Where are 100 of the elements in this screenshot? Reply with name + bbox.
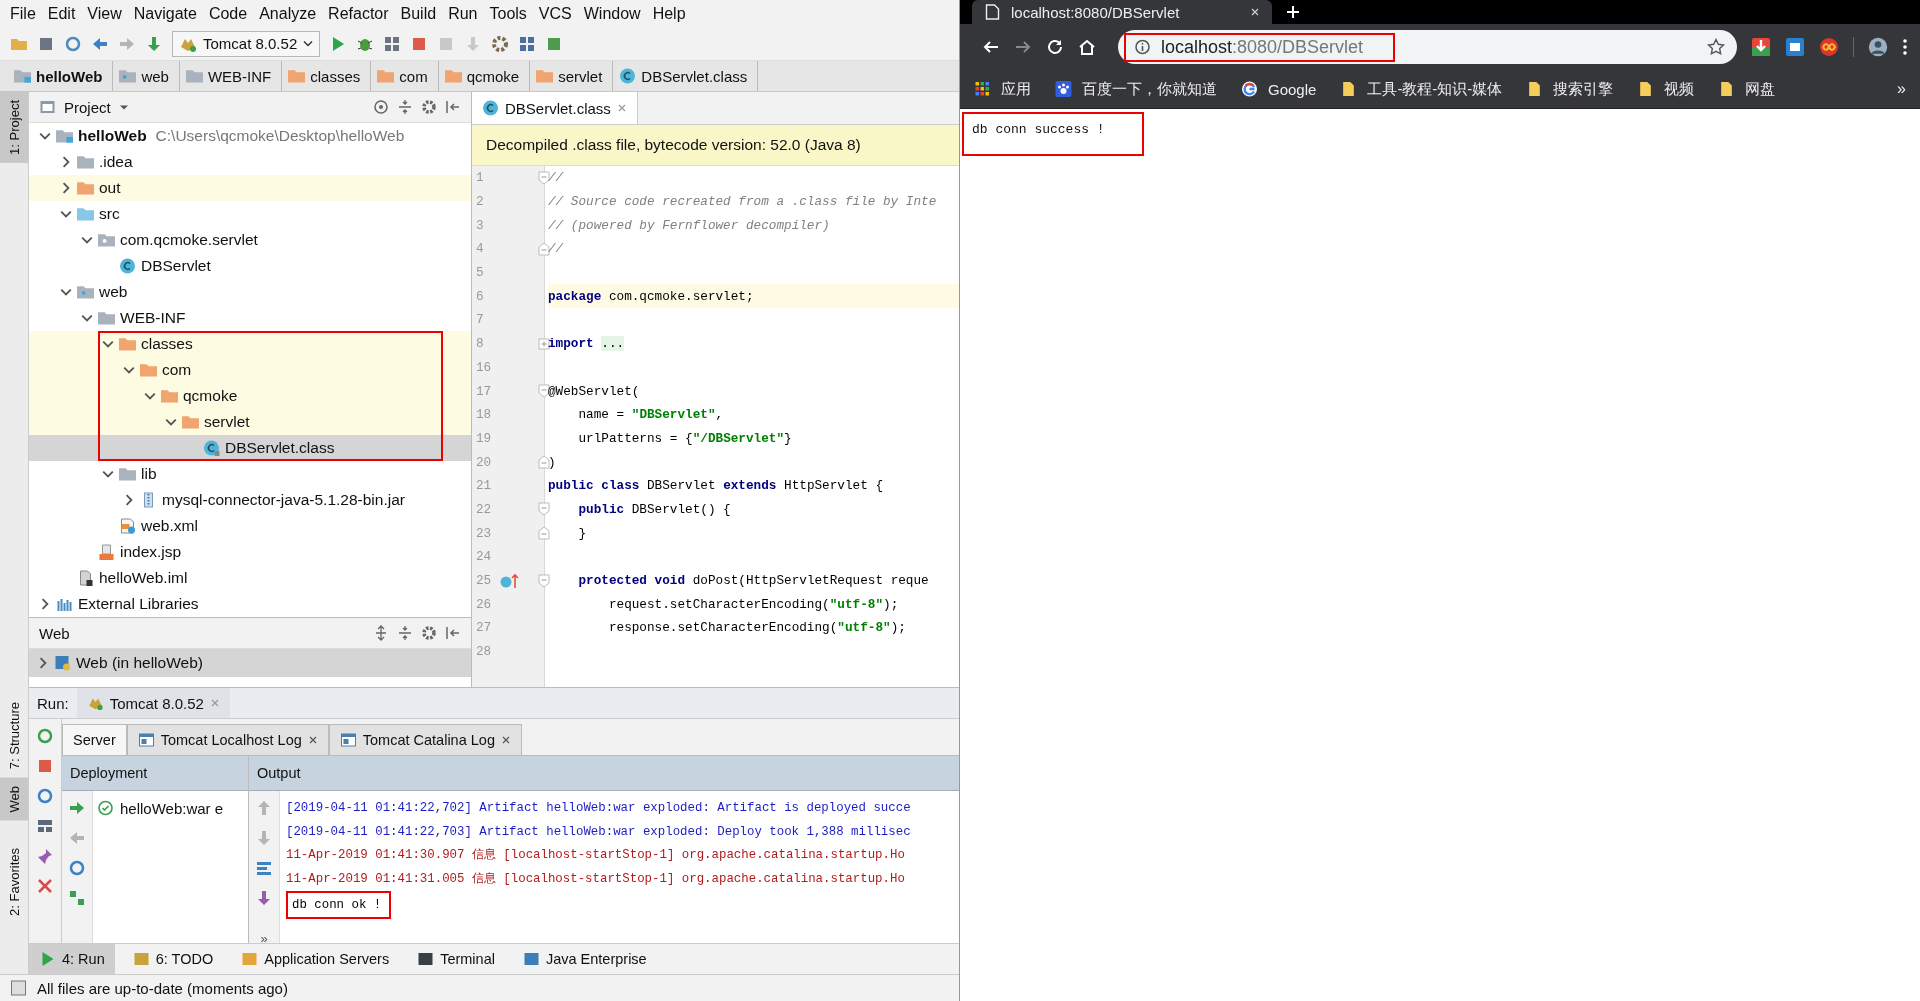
menu-item[interactable]: Run: [442, 4, 484, 23]
tree-item[interactable]: External Libraries: [29, 591, 471, 617]
expand-marker-icon[interactable]: [538, 336, 550, 351]
menu-item[interactable]: Navigate: [127, 4, 203, 23]
tree-item[interactable]: DBServlet.class: [29, 435, 471, 461]
chevron-icon[interactable]: [102, 338, 114, 350]
fold-marker-icon[interactable]: [538, 455, 550, 470]
tree-item[interactable]: mysql-connector-java-5.1.28-bin.jar: [29, 487, 471, 513]
tree-item[interactable]: web.xml: [29, 513, 471, 539]
breadcrumb-item[interactable]: web: [113, 61, 180, 91]
tree-item[interactable]: WEB-INF: [29, 305, 471, 331]
close-icon[interactable]: [36, 877, 54, 895]
override-marker-icon[interactable]: [500, 572, 520, 589]
extension-icon[interactable]: [1751, 37, 1771, 57]
chevron-icon[interactable]: [60, 182, 72, 194]
tree-item[interactable]: Web (in helloWeb): [29, 649, 471, 677]
menu-item[interactable]: VCS: [532, 4, 578, 23]
breadcrumb-item[interactable]: qcmoke: [438, 61, 531, 91]
tool-window-tab[interactable]: Terminal: [407, 944, 505, 974]
avatar-icon[interactable]: [1868, 37, 1888, 57]
locate-icon[interactable]: [373, 99, 389, 115]
breadcrumb-item[interactable]: helloWeb: [8, 61, 114, 91]
editor-tab[interactable]: DBServlet.class: [472, 92, 638, 124]
coverage-icon[interactable]: [383, 34, 402, 53]
bookmark-item[interactable]: 网盘: [1718, 79, 1776, 99]
fold-marker-icon[interactable]: [538, 502, 550, 517]
new-tab-icon[interactable]: [1286, 5, 1300, 19]
tree-item[interactable]: web: [29, 279, 471, 305]
tab[interactable]: Tomcat Catalina Log: [328, 724, 522, 755]
bookmark-item[interactable]: 工具-教程-知识-媒体: [1340, 79, 1503, 99]
hide-panel-icon[interactable]: [445, 99, 461, 115]
tool-window-tab[interactable]: 4: Run: [29, 944, 115, 974]
tree-item[interactable]: qcmoke: [29, 383, 471, 409]
breadcrumb-item[interactable]: com: [371, 61, 439, 91]
menu-item[interactable]: Code: [202, 4, 254, 23]
refresh-icon[interactable]: [68, 859, 86, 877]
structure-icon[interactable]: [518, 34, 537, 53]
tree-item[interactable]: helloWeb.iml: [29, 565, 471, 591]
fold-marker-icon[interactable]: [538, 241, 550, 256]
chevron-icon[interactable]: [123, 364, 135, 376]
close-icon[interactable]: [500, 735, 511, 745]
extension-icon[interactable]: [1785, 37, 1805, 57]
bookmark-item[interactable]: 应用: [974, 79, 1031, 99]
reload-icon[interactable]: [1046, 38, 1064, 56]
breadcrumb-item[interactable]: classes: [282, 61, 372, 91]
menu-item[interactable]: Window: [577, 4, 647, 23]
more-bookmarks[interactable]: »: [1897, 80, 1906, 98]
rerun-icon[interactable]: [36, 727, 54, 745]
chevron-icon[interactable]: [102, 468, 114, 480]
status-icon[interactable]: [10, 980, 27, 996]
tree-item[interactable]: out: [29, 175, 471, 201]
tab[interactable]: Tomcat Localhost Log: [126, 724, 329, 755]
tree-item[interactable]: src: [29, 201, 471, 227]
collapse-all-icon[interactable]: [397, 99, 413, 115]
info-icon[interactable]: [1134, 39, 1151, 55]
menu-item[interactable]: Refactor: [322, 4, 395, 23]
side-tool-tab[interactable]: Web: [0, 777, 28, 821]
run-configuration-dropdown[interactable]: Tomcat 8.0.52: [172, 30, 321, 57]
bookmark-star-icon[interactable]: [1707, 38, 1725, 56]
tree-item[interactable]: lib: [29, 461, 471, 487]
breadcrumb-item[interactable]: servlet: [530, 61, 614, 91]
run-tab[interactable]: Tomcat 8.0.52: [76, 688, 230, 718]
layout-icon[interactable]: [36, 817, 54, 835]
chevron-icon[interactable]: [60, 208, 72, 220]
breadcrumb-item[interactable]: WEB-INF: [179, 61, 283, 91]
chevron-icon[interactable]: [165, 416, 177, 428]
tree-item[interactable]: classes: [29, 331, 471, 357]
chevron-icon[interactable]: [60, 286, 72, 298]
deploy-icon[interactable]: [68, 799, 86, 817]
menu-icon[interactable]: [1902, 38, 1908, 56]
bookmark-item[interactable]: Google: [1241, 80, 1317, 98]
side-tool-tab[interactable]: 7: Structure: [0, 694, 28, 778]
refresh-icon[interactable]: [36, 787, 54, 805]
browser-tab[interactable]: localhost:8080/DBServlet: [972, 0, 1272, 24]
settings-icon[interactable]: [491, 34, 510, 53]
collapse-all-icon[interactable]: [397, 625, 413, 641]
fold-marker-icon[interactable]: [538, 170, 550, 185]
tree-item[interactable]: .idea: [29, 149, 471, 175]
sync-icon[interactable]: [64, 34, 82, 53]
tree-item[interactable]: index.jsp: [29, 539, 471, 565]
tool-window-tab[interactable]: Java Enterprise: [512, 944, 657, 974]
side-tool-tab[interactable]: 1: Project: [0, 92, 28, 163]
menu-item[interactable]: Build: [394, 4, 443, 23]
chevron-icon[interactable]: [123, 494, 135, 506]
deploy-all-icon[interactable]: [68, 889, 86, 907]
chevron-icon[interactable]: [39, 598, 51, 610]
extension-icon[interactable]: [1819, 37, 1839, 57]
bookmark-item[interactable]: 百度一下，你就知道: [1055, 79, 1217, 99]
stop-icon[interactable]: [36, 757, 54, 775]
bookmark-item[interactable]: 视频: [1637, 79, 1695, 99]
settings-icon[interactable]: [421, 625, 437, 641]
tree-item[interactable]: servlet: [29, 409, 471, 435]
tree-item[interactable]: com: [29, 357, 471, 383]
hide-panel-icon[interactable]: [445, 625, 461, 641]
side-tool-tab[interactable]: 2: Favorites: [0, 840, 28, 924]
soft-wrap-icon[interactable]: [255, 859, 273, 877]
breadcrumb-item[interactable]: DBServlet.class: [613, 61, 759, 91]
bookmark-item[interactable]: 搜索引擎: [1526, 79, 1614, 99]
menu-item[interactable]: Tools: [483, 4, 533, 23]
close-icon[interactable]: [1250, 7, 1260, 17]
